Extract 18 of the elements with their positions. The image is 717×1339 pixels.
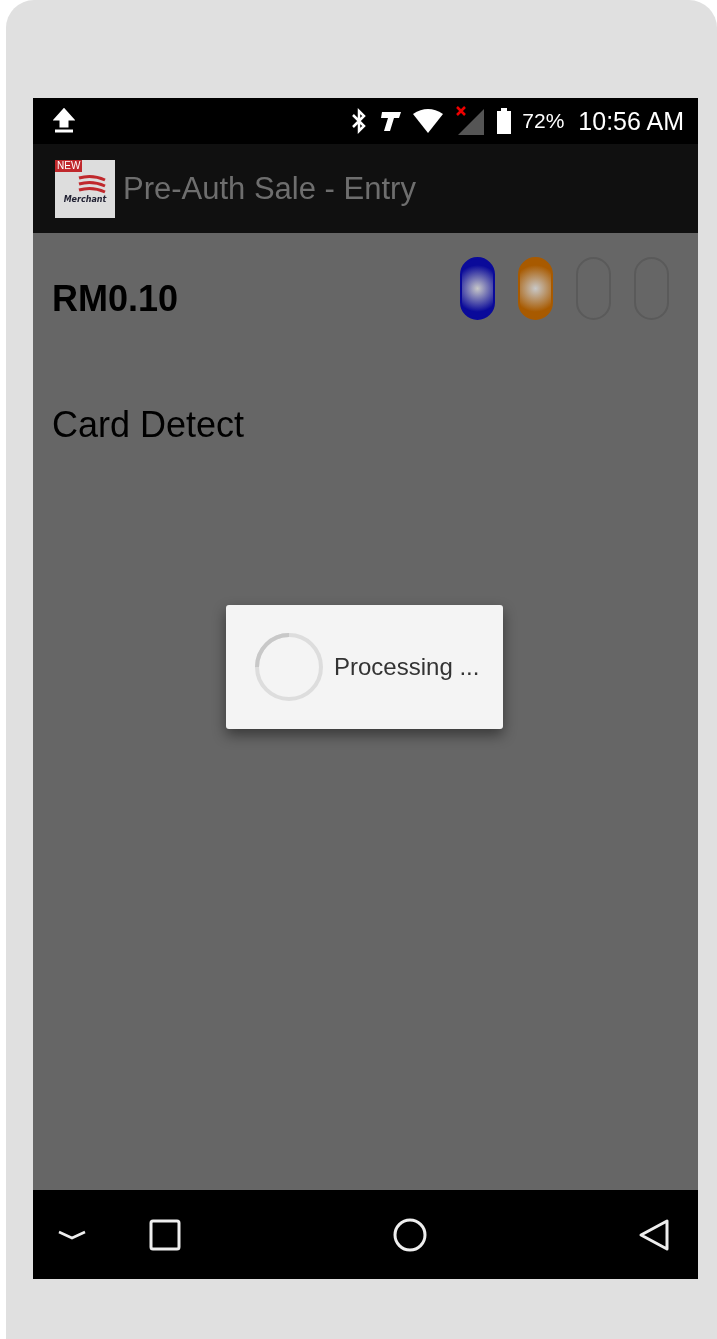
new-ribbon: NEW	[55, 159, 83, 172]
processing-text: Processing ...	[334, 653, 480, 681]
wifi-icon	[412, 108, 445, 134]
loading-spinner-icon	[254, 632, 324, 702]
t-logo-icon	[378, 109, 403, 133]
battery-percentage: 72%	[522, 109, 565, 133]
chevron-down-icon[interactable]	[57, 1228, 87, 1241]
signal-icon	[454, 105, 487, 137]
amount-text: RM0.10	[52, 277, 179, 320]
recents-icon[interactable]	[149, 1218, 181, 1251]
screen-title: Pre-Auth Sale - Entry	[123, 170, 416, 207]
upload-icon	[53, 108, 75, 134]
logo-label: Merchant	[63, 194, 107, 204]
clock-time: 10:56 AM	[578, 106, 684, 136]
home-icon[interactable]	[392, 1217, 427, 1252]
battery-icon	[496, 107, 513, 135]
back-icon[interactable]	[638, 1217, 670, 1252]
status-message: Card Detect	[52, 404, 246, 446]
